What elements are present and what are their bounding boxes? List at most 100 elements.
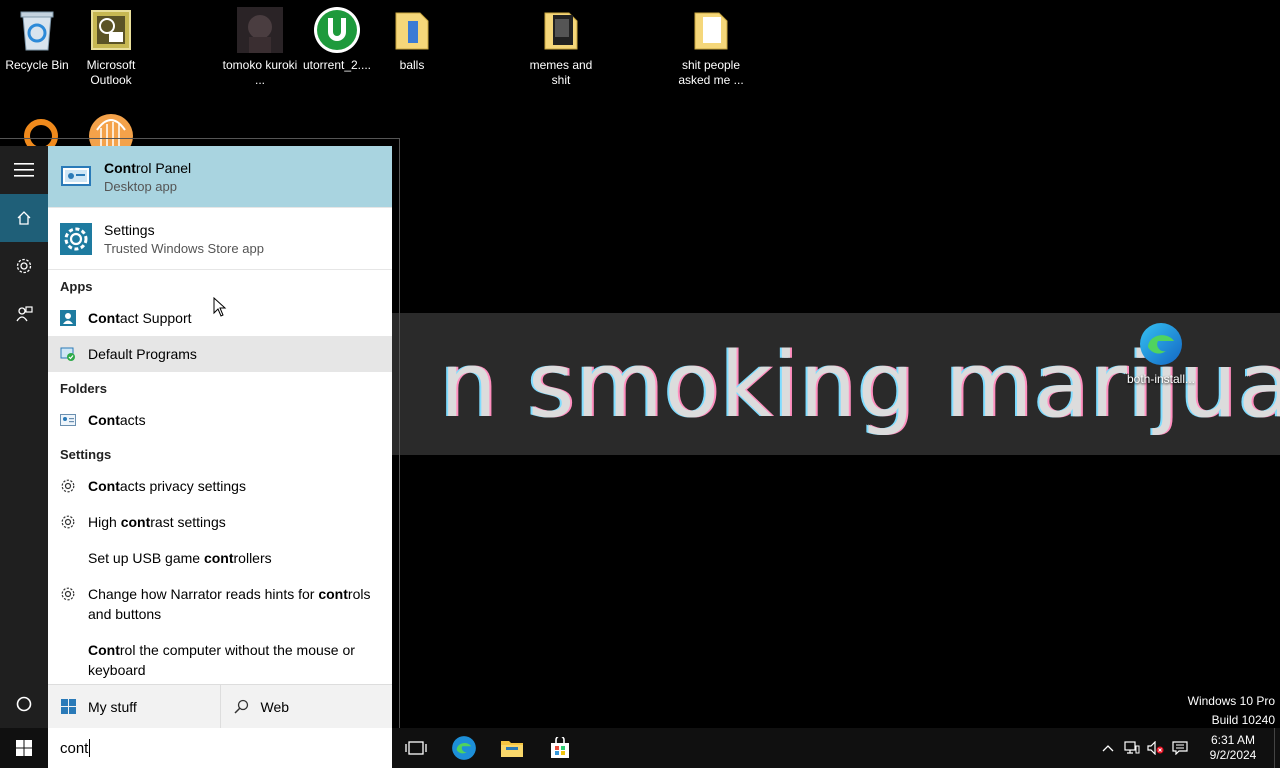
show-hidden-icons-button[interactable] <box>1096 728 1120 768</box>
desktop-icon-label: tomoko kuroki ... <box>222 58 298 87</box>
file-explorer-icon <box>501 741 523 757</box>
result-subtitle: Desktop app <box>104 178 177 194</box>
match-highlight: cont <box>203 550 234 566</box>
task-view-button[interactable] <box>392 728 440 768</box>
item-rest: act Support <box>119 310 192 326</box>
match-highlight: Cont <box>104 159 136 176</box>
desktop-icon-memes[interactable]: memes and shit <box>522 0 600 88</box>
gear-icon <box>16 258 32 274</box>
desktop-icon-both-install[interactable]: both-install... <box>1122 314 1200 387</box>
scope-my-stuff-button[interactable]: My stuff <box>48 685 220 728</box>
windows-logo-icon <box>16 740 32 756</box>
taskbar-search-input[interactable]: cont <box>48 728 392 768</box>
start-rail <box>0 146 48 728</box>
blank-icon <box>60 550 76 566</box>
system-tray: 6:31 AM 9/2/2024 <box>1096 728 1280 768</box>
desktop-icon-label: Microsoft Outlook <box>86 58 136 87</box>
start-button[interactable] <box>0 728 48 768</box>
item-prefix: Change how Narrator reads hints for <box>88 586 319 602</box>
feedback-icon <box>16 306 33 322</box>
default-programs-icon <box>60 346 76 362</box>
result-title: Control Panel <box>104 160 191 176</box>
folder-icon <box>537 6 585 54</box>
feedback-button[interactable] <box>0 290 48 338</box>
desktop-icon-utorrent[interactable]: utorrent_2.... <box>298 0 376 73</box>
store-icon <box>551 737 569 758</box>
match-highlight: Cont <box>88 412 120 428</box>
desktop-icon-label: memes and shit <box>529 58 593 87</box>
search-icon <box>233 699 249 715</box>
result-usb-game-controllers[interactable]: Set up USB game controllers <box>48 540 392 576</box>
taskbar-store-button[interactable] <box>536 728 584 768</box>
text-caret <box>89 739 91 757</box>
desktop-icon-shit-people[interactable]: shit people asked me ... <box>672 0 750 88</box>
taskbar-clock[interactable]: 6:31 AM 9/2/2024 <box>1192 733 1274 763</box>
item-rest: rol the computer without the mouse or ke… <box>88 642 355 678</box>
clock-date: 9/2/2024 <box>1209 748 1257 762</box>
scope-label: My stuff <box>88 698 137 715</box>
group-header-apps: Apps <box>60 279 93 294</box>
home-button[interactable] <box>0 194 48 242</box>
desktop-icon-outlook[interactable]: Microsoft Outlook <box>72 0 150 88</box>
result-contacts-privacy-settings[interactable]: Contacts privacy settings <box>48 468 392 504</box>
recycle-bin-icon <box>13 6 61 54</box>
result-contacts-folder[interactable]: Contacts <box>48 402 392 438</box>
result-high-contrast-settings[interactable]: High contrast settings <box>48 504 392 540</box>
settings-app-icon <box>60 222 92 255</box>
hamburger-menu-button[interactable] <box>0 146 48 194</box>
desktop-icon-label: Recycle Bin <box>5 58 69 72</box>
volume-button[interactable] <box>1144 728 1168 768</box>
folder-icon <box>388 6 436 54</box>
desktop-icon-recycle-bin[interactable]: Recycle Bin <box>0 0 76 73</box>
scope-web-button[interactable]: Web <box>219 685 393 728</box>
match-highlight: Cont <box>88 478 120 494</box>
show-desktop-button[interactable] <box>1274 728 1280 768</box>
item-rest: rollers <box>233 550 272 566</box>
gear-icon <box>60 586 76 602</box>
group-header-settings: Settings <box>60 447 112 462</box>
result-control-without-mouse[interactable]: Control the computer without the mouse o… <box>48 632 392 688</box>
match-highlight: cont <box>120 514 151 530</box>
result-subtitle: Trusted Windows Store app <box>104 240 264 256</box>
clock-time: 6:31 AM <box>1210 733 1256 747</box>
cortana-button[interactable] <box>0 680 48 728</box>
control-panel-icon <box>60 161 92 193</box>
gear-icon <box>60 478 76 494</box>
taskbar-edge-button[interactable] <box>440 728 488 768</box>
title-rest: rol Panel <box>135 159 192 176</box>
watermark-edition: Windows 10 Pro <box>1187 694 1275 708</box>
taskbar: cont 6:31 AM 9/2/2024 <box>0 728 1280 768</box>
contact-support-icon <box>60 310 76 326</box>
network-button[interactable] <box>1120 728 1144 768</box>
image-thumbnail-icon <box>236 6 284 54</box>
item-prefix: High <box>88 514 121 530</box>
desktop-icon-label: utorrent_2.... <box>302 58 372 72</box>
desktop-icon-label: balls <box>399 58 425 72</box>
title-rest: Settings <box>104 221 155 238</box>
result-default-programs[interactable]: Default Programs <box>48 336 392 372</box>
match-highlight: Cont <box>88 310 120 326</box>
folder-icon <box>687 6 735 54</box>
contacts-folder-icon <box>60 412 76 428</box>
settings-button[interactable] <box>0 242 48 290</box>
utorrent-icon <box>313 6 361 54</box>
best-match-control-panel[interactable]: Control Panel Desktop app <box>48 146 392 208</box>
search-results-panel: Control Panel Desktop app Settings Trust… <box>48 146 392 728</box>
edge-icon <box>452 736 476 760</box>
edge-icon <box>1137 320 1185 368</box>
item-rest: acts <box>119 412 146 428</box>
result-narrator-hints[interactable]: Change how Narrator reads hints for cont… <box>48 576 392 632</box>
outlook-icon <box>87 6 135 54</box>
search-input-value: cont <box>60 739 89 757</box>
taskbar-file-explorer-button[interactable] <box>488 728 536 768</box>
menu-icon <box>14 163 34 177</box>
desktop-icon-tomoko[interactable]: tomoko kuroki ... <box>221 0 299 88</box>
match-highlight: Cont <box>88 642 120 658</box>
best-match-settings[interactable]: Settings Trusted Windows Store app <box>48 208 392 270</box>
action-center-button[interactable] <box>1168 728 1192 768</box>
search-scope-bar: My stuff Web <box>48 684 392 728</box>
volume-muted-icon <box>1147 741 1164 755</box>
item-rest: Default Programs <box>88 346 197 362</box>
windows-watermark: Windows 10 Pro Build 10240 <box>1188 692 1275 730</box>
desktop-icon-balls[interactable]: balls <box>373 0 451 73</box>
